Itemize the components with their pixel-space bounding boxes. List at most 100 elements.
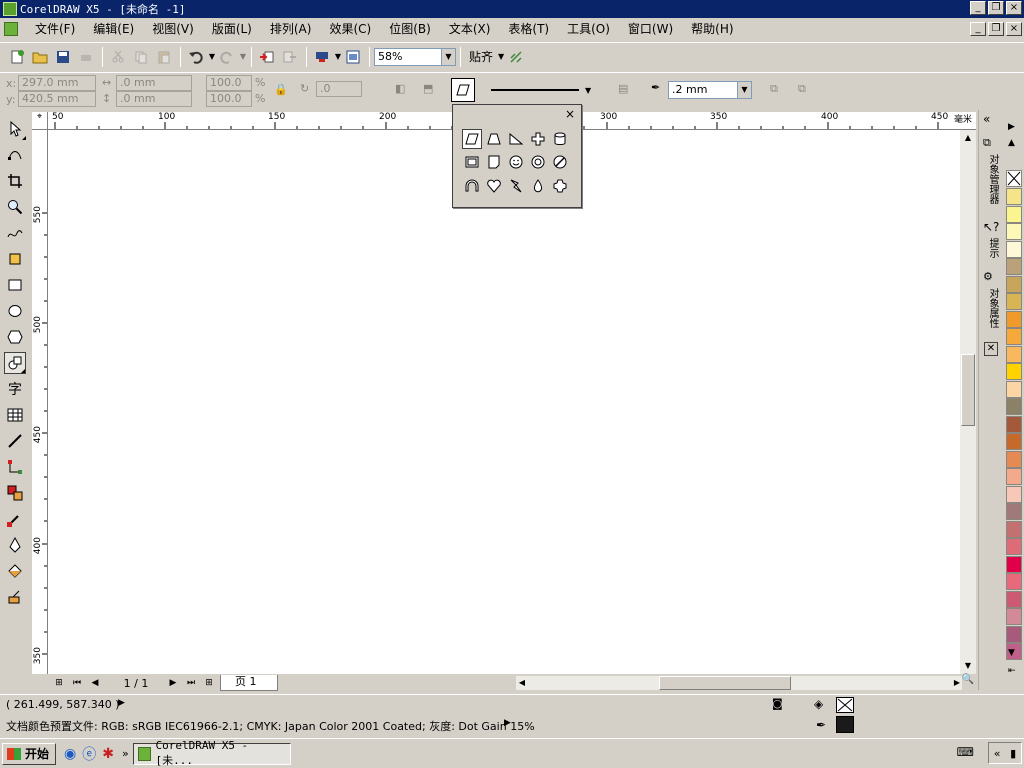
palette-swatch[interactable]: [1006, 590, 1022, 608]
previous-page-button[interactable]: ◀: [88, 676, 102, 690]
palette-swatch[interactable]: [1006, 223, 1022, 240]
hints-icon[interactable]: ↖?: [983, 220, 999, 234]
object-width-field[interactable]: .0 mm: [116, 75, 192, 91]
menu-view[interactable]: 视图(V): [143, 18, 203, 40]
palette-swatch[interactable]: [1006, 485, 1022, 503]
chevron-down-icon[interactable]: ▼: [441, 48, 455, 65]
navigator-zoom-icon[interactable]: 🔍: [960, 674, 976, 690]
no-color-swatch[interactable]: [1006, 170, 1022, 187]
palette-swatch[interactable]: [1006, 555, 1022, 573]
docker-collapse-icon[interactable]: «: [983, 112, 990, 126]
save-button[interactable]: [52, 46, 74, 68]
close-button[interactable]: ×: [1006, 1, 1022, 15]
object-properties-icon[interactable]: ⚙: [983, 270, 993, 283]
rectangle-tool[interactable]: [4, 274, 26, 296]
ruler-origin[interactable]: ⌖: [32, 112, 48, 130]
polygon-tool[interactable]: [4, 326, 26, 348]
menu-effects[interactable]: 效果(C): [320, 18, 380, 40]
no-symbol-shape[interactable]: [550, 152, 570, 172]
menu-tools[interactable]: 工具(O): [558, 18, 619, 40]
network-tray-icon[interactable]: ▮: [1010, 747, 1016, 760]
palette-swatch[interactable]: [1006, 625, 1022, 643]
palette-swatch[interactable]: [1006, 468, 1022, 485]
scale-x-field[interactable]: 100.0: [206, 75, 252, 91]
first-page-button[interactable]: ⏮: [70, 676, 84, 690]
palette-swatch[interactable]: [1006, 275, 1022, 293]
ellipse-tool[interactable]: [4, 300, 26, 322]
palette-swatch[interactable]: [1006, 328, 1022, 345]
palette-swatch[interactable]: [1006, 380, 1022, 398]
fill-color-swatch[interactable]: [836, 697, 854, 713]
wrap-text-icon[interactable]: ▤: [618, 82, 628, 95]
export-button[interactable]: [279, 46, 301, 68]
rotation-angle-field[interactable]: .0: [316, 81, 362, 97]
profile-arrow-icon[interactable]: ▶: [504, 718, 511, 728]
palette-swatch[interactable]: [1006, 188, 1022, 205]
chevron-down-icon[interactable]: ▼: [737, 82, 751, 98]
hints-tab[interactable]: 提示: [982, 238, 1000, 258]
outline-color-swatch[interactable]: [836, 716, 854, 733]
flyout-close-icon[interactable]: ×: [565, 107, 575, 121]
scroll-up-arrow[interactable]: ▲: [960, 130, 976, 146]
lock-ratio-icon[interactable]: 🔒: [274, 83, 288, 96]
palette-swatch[interactable]: [1006, 398, 1022, 415]
menu-text[interactable]: 文本(X): [440, 18, 500, 40]
color-profile-text[interactable]: 文档颜色预置文件: RGB: sRGB IEC61966-2.1; CMYK: …: [6, 718, 535, 734]
launcher-dropdown-arrow[interactable]: ▼: [334, 52, 342, 61]
menu-table[interactable]: 表格(T): [499, 18, 558, 40]
next-page-button[interactable]: ▶: [166, 676, 180, 690]
to-front-icon[interactable]: ⧉: [770, 82, 778, 96]
text-tool[interactable]: 字: [4, 378, 26, 400]
copy-button[interactable]: [130, 46, 152, 68]
menu-arrange[interactable]: 排列(A): [261, 18, 321, 40]
paste-button[interactable]: [153, 46, 175, 68]
smart-fill-tool[interactable]: [4, 248, 26, 270]
y-position-field[interactable]: 420.5 mm: [18, 91, 96, 107]
right-triangle-shape[interactable]: [506, 129, 526, 149]
menu-layout[interactable]: 版面(L): [203, 18, 261, 40]
donut-shape[interactable]: [528, 152, 548, 172]
print-button[interactable]: [75, 46, 97, 68]
x-position-field[interactable]: 297.0 mm: [18, 75, 96, 91]
lightning-shape[interactable]: [506, 176, 526, 196]
horizontal-scroll-thumb[interactable]: [659, 676, 791, 690]
palette-swatch[interactable]: [1006, 258, 1022, 275]
document-icon[interactable]: [4, 22, 18, 36]
vertical-ruler[interactable]: 550 500 450 400 350: [32, 130, 48, 674]
menu-file[interactable]: 文件(F): [26, 18, 84, 40]
last-page-button[interactable]: ⏭: [184, 676, 198, 690]
smiley-shape[interactable]: [506, 152, 526, 172]
palette-swatch[interactable]: [1006, 293, 1022, 310]
outline-width-select[interactable]: .2 mm ▼: [668, 81, 752, 99]
coords-arrow-icon[interactable]: ▶: [118, 698, 125, 708]
arch-shape[interactable]: [462, 176, 482, 196]
tray-expand-icon[interactable]: «: [994, 747, 1001, 760]
blend-tool[interactable]: [4, 482, 26, 504]
coreldraw-task-button[interactable]: CorelDRAW X5 - [未...: [132, 739, 291, 767]
scale-y-field[interactable]: 100.0: [206, 91, 252, 107]
crop-tool[interactable]: [4, 170, 26, 192]
menu-edit[interactable]: 编辑(E): [84, 18, 143, 40]
scroll-down-arrow[interactable]: ▼: [960, 658, 976, 674]
add-page-before-button[interactable]: ⊞: [52, 676, 66, 690]
start-button[interactable]: 开始: [2, 742, 57, 765]
palette-swatch[interactable]: [1006, 240, 1022, 258]
object-properties-tab[interactable]: 对象属性: [982, 288, 1000, 328]
welcome-screen-button[interactable]: [342, 46, 364, 68]
ie-quicklaunch-icon[interactable]: ⓔ: [82, 744, 96, 764]
vertical-scrollbar[interactable]: ▲ ▼: [960, 130, 976, 674]
drawing-canvas[interactable]: [48, 130, 960, 674]
menu-help[interactable]: 帮助(H): [682, 18, 742, 40]
palette-scroll-down-arrow[interactable]: ▼: [1008, 648, 1015, 658]
snap-to-dropdown-arrow[interactable]: ▼: [497, 52, 505, 61]
basic-shapes-tool[interactable]: [4, 352, 26, 374]
menu-window[interactable]: 窗口(W): [619, 18, 682, 40]
page-tab-1[interactable]: 页 1: [220, 675, 278, 691]
snap-to-label[interactable]: 贴齐: [469, 48, 493, 65]
heart-shape[interactable]: [484, 176, 504, 196]
folded-corner-shape[interactable]: [484, 152, 504, 172]
mirror-vertical-icon[interactable]: ⬒: [423, 82, 433, 95]
horizontal-scrollbar[interactable]: ◀ ▶: [516, 676, 962, 690]
restore-button[interactable]: ❐: [988, 1, 1004, 15]
zoom-level-select[interactable]: 58% ▼: [374, 47, 456, 66]
